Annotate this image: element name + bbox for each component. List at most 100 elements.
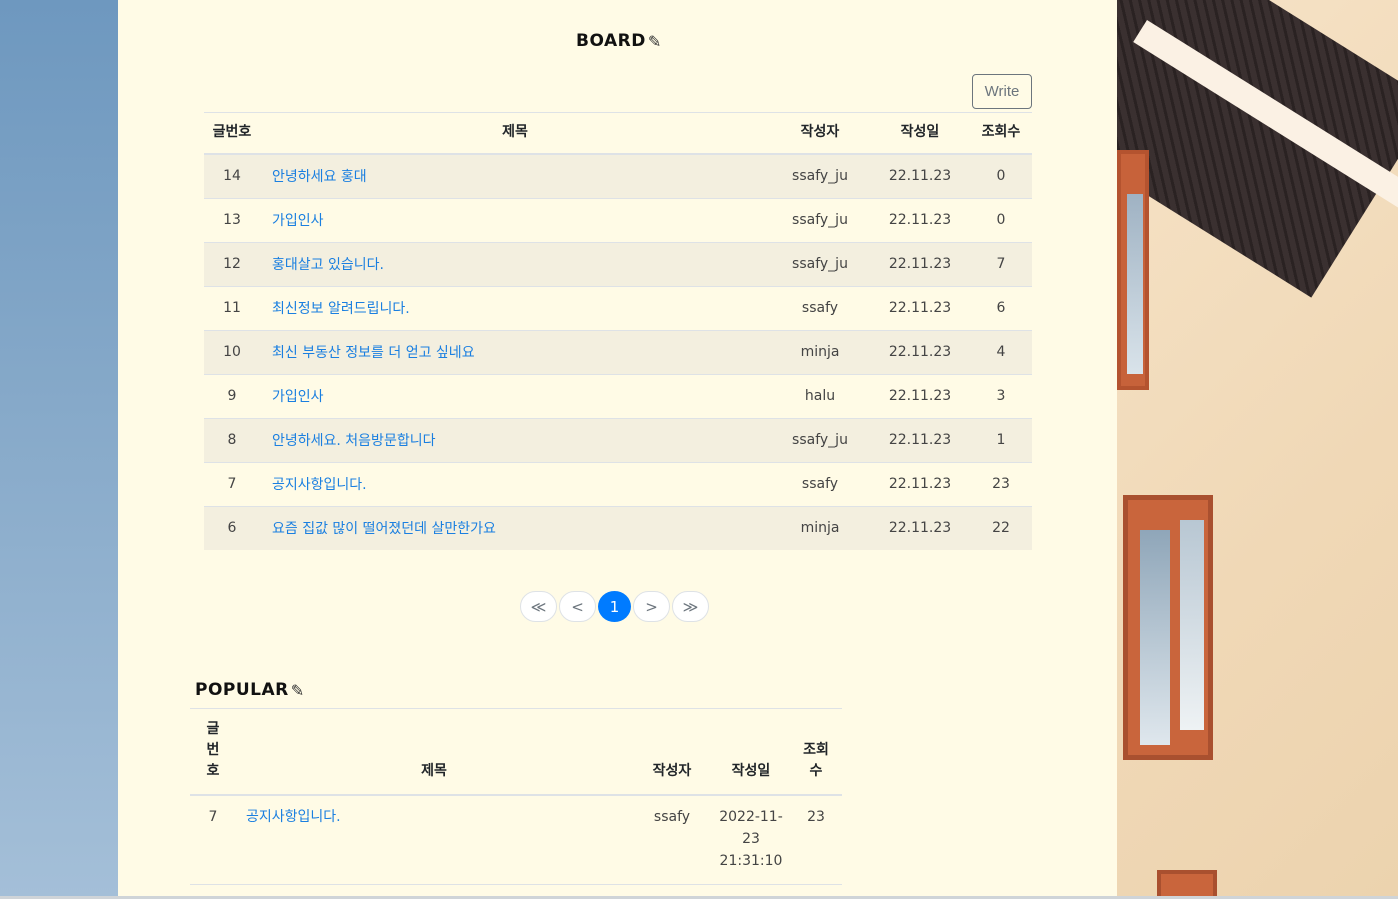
last-page-button[interactable]: ≫ [672,591,709,622]
post-writer: ssafy [770,285,870,330]
table-row: 13 가입인사 ssafy_ju 22.11.23 0 [204,197,1032,242]
post-date: 22.11.23 [870,197,970,242]
post-writer: ssafy_ju [770,241,870,286]
post-title-link[interactable]: 가입인사 [272,389,324,405]
post-date: 22.11.23 [870,153,970,198]
table-row: 11 최신정보 알려드립니다. ssafy 22.11.23 6 [204,285,1032,330]
post-views: 6 [970,285,1032,330]
next-page-button[interactable]: > [633,591,670,622]
column-header-title: 제목 [260,112,770,155]
board-table: 글번호 제목 작성자 작성일 조회수 14 안녕하세요 홍대 ssafy_ju 22.… [204,112,1032,550]
post-views: 23 [970,461,1032,506]
sky-background [0,0,118,899]
building-window [1123,495,1213,760]
table-row: 9 가입인사 halu 22.11.23 3 [204,373,1032,418]
pagination: ≪ < 1 > ≫ [520,591,709,622]
table-cell-title: 가입인사 [260,197,770,242]
post-views: 22 [970,505,1032,550]
table-cell-title: 공지사항입니다. [260,461,770,506]
post-number: 12 [204,241,260,286]
post-number: 6 [204,505,260,550]
post-number: 13 [204,197,260,242]
table-cell-title: 요즘 집값 많이 떨어졌던데 살만한가요 [260,505,770,550]
post-views: 7 [970,241,1032,286]
column-header-date: 작성일 [870,112,970,155]
post-date: 2022-11-23 21:31:10 [712,795,790,885]
table-cell-title: 최신정보 알려드립니다. [260,285,770,330]
table-row: 6 요즘 집값 많이 떨어졌던데 살만한가요 minja 22.11.23 22 [204,505,1032,550]
post-writer: ssafy [770,461,870,506]
post-date: 22.11.23 [870,505,970,550]
post-writer: minja [770,505,870,550]
post-title-link[interactable]: 홍대살고 있습니다. [272,257,384,273]
first-page-button[interactable]: ≪ [520,591,557,622]
post-writer: ssafy_ju [770,153,870,198]
column-header-writer: 작성자 [770,112,870,155]
table-cell-title: 홍대살고 있습니다. [260,241,770,286]
post-title-link[interactable]: 요즘 집값 많이 떨어졌던데 살만한가요 [272,521,496,537]
popular-table: 글번호 제목 작성자 작성일 조회수 7 공지사항입니다. ssafy 2022-11… [190,708,842,885]
prev-page-button[interactable]: < [559,591,596,622]
post-title-link[interactable]: 안녕하세요 홍대 [272,169,367,185]
table-cell-title: 안녕하세요. 처음방문합니다 [260,417,770,462]
table-row: 14 안녕하세요 홍대 ssafy_ju 22.11.23 0 [204,153,1032,198]
post-title-link[interactable]: 최신 부동산 정보를 더 얻고 싶네요 [272,345,475,361]
post-views: 0 [970,197,1032,242]
column-header-writer: 작성자 [632,708,712,796]
post-date: 22.11.23 [870,461,970,506]
table-cell-title: 공지사항입니다. [236,795,632,885]
post-date: 22.11.23 [870,329,970,374]
column-header-date: 작성일 [712,708,790,796]
post-title-link[interactable]: 공지사항입니다. [272,477,367,493]
table-header-row: 글번호 제목 작성자 작성일 조회수 [204,112,1032,155]
post-number: 8 [204,417,260,462]
column-header-views: 조회수 [970,112,1032,155]
post-date: 22.11.23 [870,417,970,462]
post-writer: ssafy [632,795,712,885]
post-number: 11 [204,285,260,330]
pencil-icon: ✎ [290,680,305,700]
table-row: 8 안녕하세요. 처음방문합니다 ssafy_ju 22.11.23 1 [204,417,1032,462]
post-title-link[interactable]: 가입인사 [272,213,324,229]
table-row: 7 공지사항입니다. ssafy 22.11.23 23 [204,461,1032,506]
pencil-icon: ✎ [647,31,662,51]
post-writer: ssafy_ju [770,197,870,242]
post-views: 0 [970,153,1032,198]
table-cell-title: 가입인사 [260,373,770,418]
main-panel: BOARD ✎ Write 글번호 제목 작성자 작성일 조회수 14 안녕하세요… [118,0,1117,896]
post-date: 22.11.23 [870,285,970,330]
column-header-no: 글번호 [204,112,260,155]
table-header-row: 글번호 제목 작성자 작성일 조회수 [190,708,842,796]
table-cell-title: 안녕하세요 홍대 [260,153,770,198]
post-views: 4 [970,329,1032,374]
building-window [1157,870,1217,899]
post-number: 10 [204,329,260,374]
table-row: 7 공지사항입니다. ssafy 2022-11-23 21:31:10 23 [190,795,842,885]
post-number: 7 [190,795,236,885]
post-number: 7 [204,461,260,506]
post-views: 1 [970,417,1032,462]
column-header-views: 조회수 [790,708,842,796]
post-date: 22.11.23 [870,373,970,418]
popular-title: POPULAR [195,680,289,700]
post-views: 23 [790,795,842,885]
post-date: 22.11.23 [870,241,970,286]
post-number: 14 [204,153,260,198]
table-cell-title: 최신 부동산 정보를 더 얻고 싶네요 [260,329,770,374]
column-header-title: 제목 [236,708,632,796]
column-header-no: 글번호 [190,708,236,796]
popular-heading: POPULAR ✎ [195,680,305,700]
post-writer: minja [770,329,870,374]
table-row: 10 최신 부동산 정보를 더 얻고 싶네요 minja 22.11.23 4 [204,329,1032,374]
post-number: 9 [204,373,260,418]
write-button[interactable]: Write [972,74,1032,109]
board-title: BOARD [576,31,646,51]
post-title-link[interactable]: 최신정보 알려드립니다. [272,301,410,317]
post-writer: ssafy_ju [770,417,870,462]
post-title-link[interactable]: 공지사항입니다. [246,809,341,825]
post-title-link[interactable]: 안녕하세요. 처음방문합니다 [272,433,435,449]
board-heading: BOARD ✎ [576,31,662,51]
table-row: 12 홍대살고 있습니다. ssafy_ju 22.11.23 7 [204,241,1032,286]
page-1-button[interactable]: 1 [598,591,631,622]
post-writer: halu [770,373,870,418]
